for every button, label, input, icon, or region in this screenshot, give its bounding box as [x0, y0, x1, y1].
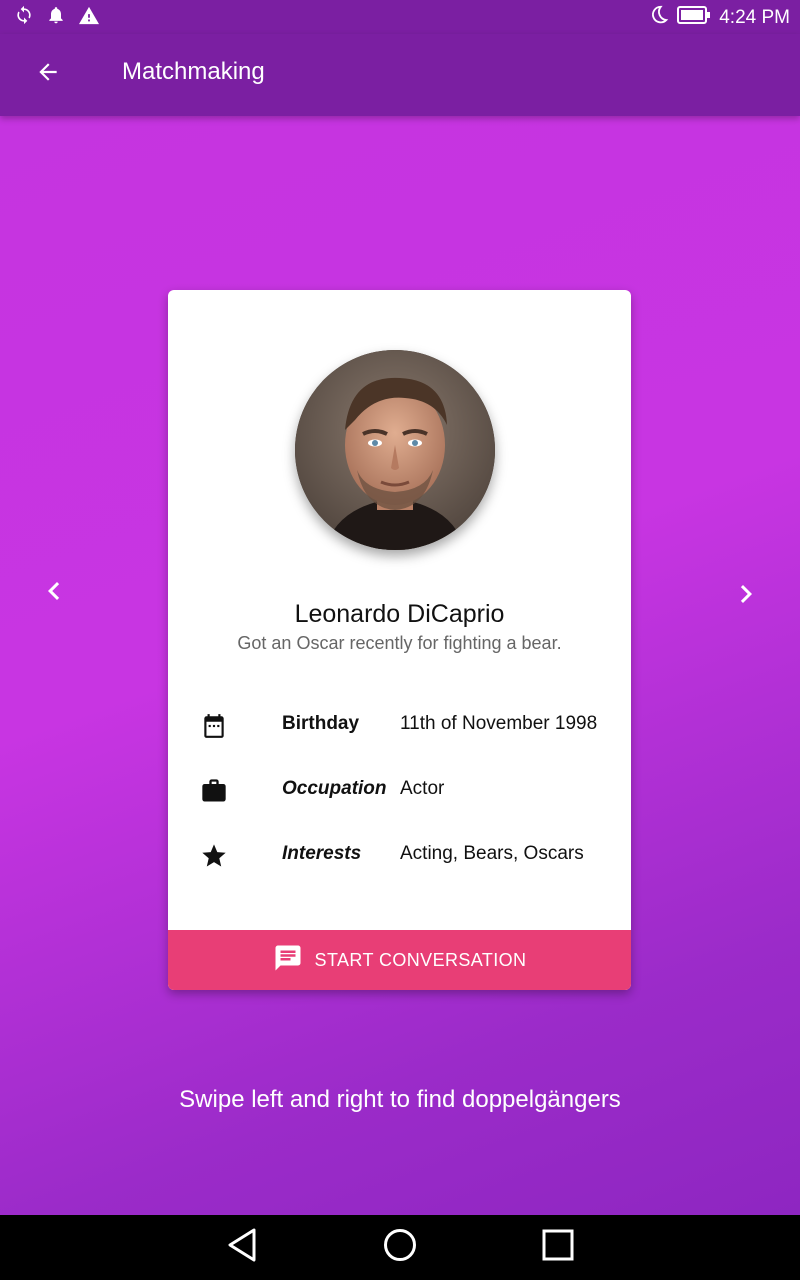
next-profile-button[interactable]	[724, 574, 768, 618]
app-bar: Matchmaking	[0, 34, 800, 116]
detail-label: Occupation	[282, 778, 387, 799]
system-navigation-bar	[0, 1215, 800, 1280]
detail-label: Interests	[282, 843, 362, 864]
chevron-right-icon	[728, 576, 764, 617]
nav-recents-button[interactable]	[538, 1228, 578, 1268]
clock-time: 4:24 PM	[719, 7, 790, 28]
page-title: Matchmaking	[122, 58, 265, 85]
detail-row-interests: Interests Acting, Bears, Oscars	[168, 834, 631, 874]
profile-tagline: Got an Oscar recently for fighting a bea…	[237, 633, 562, 653]
matchmaking-content[interactable]: Leonardo DiCaprio Got an Oscar recently …	[0, 116, 800, 1215]
previous-profile-button[interactable]	[32, 571, 76, 615]
arrow-back-icon	[35, 59, 61, 90]
detail-value: Actor	[400, 778, 445, 799]
back-button[interactable]	[30, 56, 66, 92]
detail-row-occupation: Occupation Actor	[168, 769, 631, 809]
nav-recents-icon	[542, 1229, 574, 1266]
start-conversation-label: START CONVERSATION	[314, 949, 527, 970]
nav-home-button[interactable]	[380, 1228, 420, 1268]
calendar-icon	[198, 710, 230, 742]
nav-back-icon	[227, 1228, 257, 1267]
nav-home-icon	[383, 1228, 417, 1267]
start-conversation-button[interactable]: START CONVERSATION	[168, 930, 631, 990]
notification-bell-icon	[46, 5, 66, 30]
warning-icon	[78, 5, 100, 30]
swipe-hint: Swipe left and right to find doppelgänge…	[179, 1086, 621, 1113]
battery-full-icon	[677, 5, 711, 31]
do-not-disturb-moon-icon	[647, 4, 669, 32]
detail-value: Acting, Bears, Oscars	[400, 843, 584, 864]
status-left-icons	[14, 5, 100, 30]
sync-icon	[14, 5, 34, 30]
detail-value: 11th of November 1998	[400, 713, 598, 734]
chevron-left-icon	[36, 573, 72, 614]
chat-message-icon	[273, 943, 303, 978]
detail-row-birthday: Birthday 11th of November 1998	[168, 704, 631, 744]
detail-label: Birthday	[282, 713, 360, 734]
status-bar: 4:24 PM	[0, 0, 800, 34]
profile-name: Leonardo DiCaprio	[294, 600, 505, 628]
nav-back-button[interactable]	[222, 1228, 262, 1268]
profile-card[interactable]: Leonardo DiCaprio Got an Oscar recently …	[168, 290, 631, 990]
status-right: 4:24 PM	[647, 4, 790, 32]
avatar	[295, 350, 495, 550]
briefcase-icon	[198, 775, 230, 807]
star-icon	[198, 840, 230, 872]
